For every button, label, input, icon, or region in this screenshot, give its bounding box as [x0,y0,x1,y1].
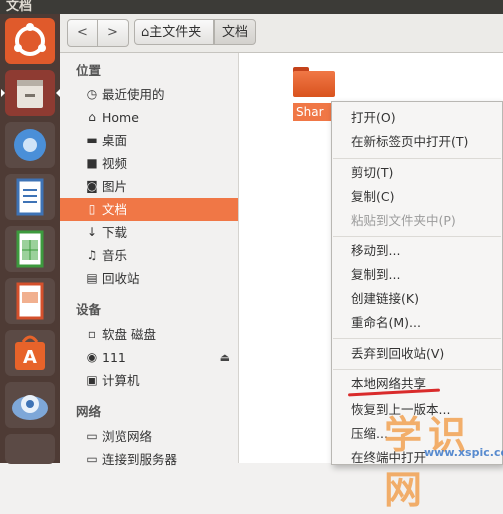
sidebar-item-label: 视频 [102,156,128,171]
menu-item-label: 压缩... [351,426,388,441]
sidebar-item-trash[interactable]: ▤ 回收站 [60,267,238,290]
breadcrumb-home-label: 主文件夹 [149,25,202,40]
places-header: 位置 [76,63,102,78]
menu-separator [333,369,501,370]
sidebar-item-floppy[interactable]: ▫ 软盘 磁盘 [60,323,238,346]
sidebar-item-label: 回收站 [102,271,140,286]
floppy-icon: ▫ [87,327,97,341]
sidebar-item-disc-111[interactable]: ◉ 111 ⏏ [60,346,238,369]
breadcrumb-current[interactable]: 文档 [214,19,256,45]
menu-item-label: 复制(C) [351,189,395,204]
menu-item-rename[interactable]: 重命名(M)... [332,311,502,335]
sidebar-item-label: 最近使用的 [102,87,165,102]
files-icon[interactable] [1,70,60,116]
calc-icon[interactable] [5,226,55,272]
sidebar-item-computer[interactable]: ▣ 计算机 [60,369,238,392]
sidebar-item-label: 下载 [102,225,128,240]
menu-item-label: 移动到... [351,243,401,258]
chromium-icon[interactable] [5,122,55,168]
sidebar-item-label: 计算机 [102,373,140,388]
sidebar-item-label: 图片 [102,179,128,194]
sidebar-item-label: 文档 [102,202,128,217]
menu-item-label: 打开(O) [351,110,396,125]
menu-item-label: 丢弃到回收站(V) [351,346,445,361]
menu-item-label: 重命名(M)... [351,315,421,330]
menu-separator [333,158,501,159]
network-icon: ▭ [86,429,98,443]
menu-item-label: 剪切(T) [351,165,394,180]
system-settings-icon[interactable] [5,382,55,428]
menu-item-label: 创建链接(K) [351,291,419,306]
camera-icon: ◙ [86,179,98,193]
sidebar-item-music[interactable]: ♫ 音乐 [60,244,238,267]
menu-separator [333,236,501,237]
devices-header: 设备 [76,302,102,317]
sidebar-item-documents[interactable]: ▯ 文档 [60,198,238,221]
watermark-logo-text: 学识网 [384,413,473,512]
disc-icon: ◉ [86,350,98,364]
sidebar-item-pictures[interactable]: ◙ 图片 [60,175,238,198]
music-icon: ♫ [86,248,98,262]
svg-text:A: A [23,347,37,368]
sidebar-item-label: Home [102,110,139,125]
sidebar-item-recent[interactable]: ◷ 最近使用的 [60,83,238,106]
navigation-buttons: < > [67,19,129,47]
eject-icon[interactable]: ⏏ [220,346,230,369]
menu-item-move-to-trash[interactable]: 丢弃到回收站(V) [332,342,502,366]
desktop-folder-icon: ▬ [86,133,98,147]
sidebar-item-label: 浏览网络 [102,429,153,444]
breadcrumb-home[interactable]: ⌂主文件夹 [134,19,214,45]
sidebar-item-desktop[interactable]: ▬ 桌面 [60,129,238,152]
back-button[interactable]: < [68,20,98,46]
impress-icon[interactable] [5,278,55,324]
watermark: 学识网 www.xspic.com [384,410,503,512]
home-icon: ⌂ [88,110,96,124]
clock-icon: ◷ [86,87,98,101]
writer-icon[interactable] [5,174,55,220]
menu-item-paste-into-folder: 粘贴到文件夹中(P) [332,209,502,233]
download-icon: ↓ [86,225,98,239]
video-icon: ■ [86,156,98,170]
sidebar-item-label: 桌面 [102,133,128,148]
toolbar: < > ⌂主文件夹 文档 [60,14,503,53]
forward-button[interactable]: > [98,20,127,46]
sidebar-item-browse-network[interactable]: ▭ 浏览网络 [60,425,238,448]
ubuntu-dash-icon[interactable] [5,18,55,64]
document-icon: ▯ [88,202,96,216]
menu-item-label: 复制到... [351,267,401,282]
menu-item-copy-to[interactable]: 复制到... [332,263,502,287]
menu-item-label: 粘贴到文件夹中(P) [351,213,456,228]
sidebar-item-label: 软盘 磁盘 [102,327,156,342]
trash-icon: ▤ [86,271,98,285]
menu-item-cut[interactable]: 剪切(T) [332,161,502,185]
sidebar-item-label: 音乐 [102,248,128,263]
computer-icon: ▣ [86,373,98,387]
folder-label[interactable]: Shar [293,103,332,121]
menu-item-open-new-tab[interactable]: 在新标签页中打开(T) [332,130,502,154]
menu-item-open[interactable]: 打开(O) [332,106,502,130]
sidebar-item-connect-server[interactable]: ▭ 连接到服务器 [60,448,238,471]
menu-item-move-to[interactable]: 移动到... [332,239,502,263]
watermark-url: www.xspic.com [424,446,503,459]
launcher-item-partial[interactable] [5,434,55,464]
window-title: 文档 [6,0,33,14]
menu-item-make-link[interactable]: 创建链接(K) [332,287,502,311]
window-title-bar: 文档 [0,0,503,14]
folder-icon[interactable] [293,67,335,97]
menu-item-label: 在新标签页中打开(T) [351,134,469,149]
sidebar-item-home[interactable]: ⌂ Home [60,106,238,129]
network-header: 网络 [76,404,102,419]
menu-item-copy[interactable]: 复制(C) [332,185,502,209]
sidebar: 位置 ◷ 最近使用的 ⌂ Home ▬ 桌面 ■ 视频 ◙ 图片 ▯ 文档 ↓ 下载 ♫ 音乐 … [60,53,239,467]
launcher: A [0,14,60,464]
menu-separator [333,338,501,339]
software-center-icon[interactable]: A [5,330,55,376]
server-icon: ▭ [86,452,98,466]
sidebar-item-videos[interactable]: ■ 视频 [60,152,238,175]
sidebar-item-label: 连接到服务器 [102,452,178,467]
sidebar-item-downloads[interactable]: ↓ 下载 [60,221,238,244]
sidebar-item-label: 111 [102,350,126,365]
